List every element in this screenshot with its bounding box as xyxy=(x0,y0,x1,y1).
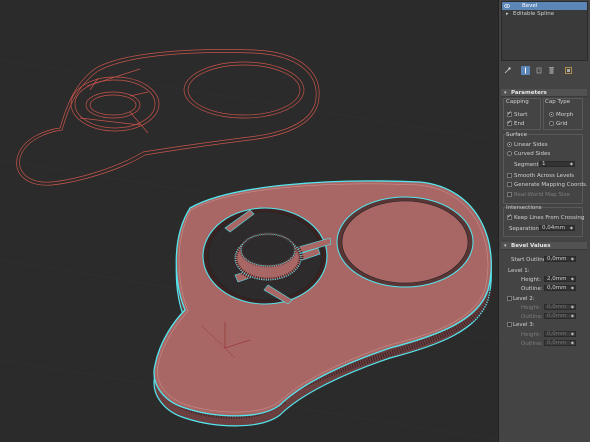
level1-outline-label: Outline: xyxy=(521,286,543,292)
spinner-arrows-icon[interactable]: ◆ xyxy=(571,285,574,291)
spinner-arrows-icon[interactable]: ◆ xyxy=(571,313,574,319)
level1-height-spinner[interactable]: 2,0mm ◆ xyxy=(544,276,576,282)
start-outline-spinner[interactable]: 0,0mm ◆ xyxy=(544,256,576,262)
separation-value: 0,04mm xyxy=(542,225,565,231)
level2-checkbox[interactable] xyxy=(507,296,512,301)
level2-title: Level 2: xyxy=(513,296,535,302)
level3-outline-value: 0,0mm xyxy=(547,340,567,346)
level2-height-spinner[interactable]: 0,0mm ◆ xyxy=(544,304,576,310)
intersections-group xyxy=(503,207,583,237)
level3-height-label: Height: xyxy=(521,332,542,338)
linear-sides-radio[interactable] xyxy=(507,142,512,147)
start-label: Start xyxy=(514,112,528,118)
rollout-title: Parameters xyxy=(511,90,547,96)
real-world-map-label: Real-World Map Size xyxy=(514,192,570,198)
capping-title: Capping xyxy=(506,99,529,105)
bevel-values-rollout-header[interactable]: ▾ Bevel Values xyxy=(501,242,587,250)
morph-label: Morph xyxy=(556,112,574,118)
show-end-result-icon xyxy=(525,67,526,74)
viewport-scene xyxy=(0,49,498,441)
generate-mapping-checkbox[interactable] xyxy=(507,182,512,187)
end-checkbox[interactable] xyxy=(507,119,512,126)
level2-outline-value: 0,0mm xyxy=(547,313,567,319)
make-unique-icon[interactable] xyxy=(535,66,544,75)
morph-radio[interactable] xyxy=(549,112,554,117)
level2-height-label: Height: xyxy=(521,305,542,311)
keep-lines-checkbox[interactable] xyxy=(507,213,512,220)
perspective-viewport[interactable] xyxy=(0,0,498,442)
keep-lines-label: Keep Lines From Crossing xyxy=(514,215,585,221)
remove-modifier-icon[interactable] xyxy=(547,66,556,75)
level3-outline-spinner[interactable]: 0,0mm ◆ xyxy=(544,340,576,346)
end-label: End xyxy=(514,121,525,127)
segments-value: 1 xyxy=(542,161,546,167)
command-panel: Bevel ▸ Editable Spline ▾ Parameters Cap… xyxy=(498,0,590,442)
rollout-title: Bevel Values xyxy=(511,243,551,249)
level2-outline-label: Outline: xyxy=(521,314,543,320)
bevel-mesh[interactable] xyxy=(152,180,495,427)
smooth-across-levels-checkbox[interactable] xyxy=(507,173,512,178)
curved-sides-radio[interactable] xyxy=(507,151,512,156)
real-world-map-checkbox[interactable] xyxy=(507,192,512,197)
expand-arrow-icon[interactable]: ▸ xyxy=(506,10,509,18)
surface-title: Surface xyxy=(506,132,527,138)
level1-outline-value: 0,0mm xyxy=(547,285,567,291)
start-checkbox[interactable] xyxy=(507,110,512,117)
linear-sides-label: Linear Sides xyxy=(514,142,548,148)
start-outline-value: 0,0mm xyxy=(547,256,567,262)
spinner-arrows-icon[interactable]: ◆ xyxy=(570,161,573,167)
stack-item-label: Bevel xyxy=(522,3,538,9)
level3-height-value: 0,0mm xyxy=(547,331,567,337)
level1-outline-spinner[interactable]: 0,0mm ◆ xyxy=(544,285,576,291)
cap-type-title: Cap Type xyxy=(545,99,571,105)
separation-spinner[interactable]: 0,04mm ◆ xyxy=(539,225,575,231)
level3-checkbox[interactable] xyxy=(507,322,512,327)
level1-height-value: 2,0mm xyxy=(547,276,567,282)
modifier-stack-list[interactable]: Bevel ▸ Editable Spline xyxy=(501,1,588,61)
collapse-arrow-icon: ▾ xyxy=(504,243,507,249)
grid-radio[interactable] xyxy=(549,121,554,126)
spinner-arrows-icon[interactable]: ◆ xyxy=(570,225,573,231)
modifier-stack-toolbar xyxy=(501,66,588,78)
spinner-arrows-icon[interactable]: ◆ xyxy=(571,304,574,310)
segments-spinner[interactable]: 1 ◆ xyxy=(539,161,575,167)
spinner-arrows-icon[interactable]: ◆ xyxy=(571,331,574,337)
stack-item-editable-spline[interactable]: ▸ Editable Spline xyxy=(502,10,587,18)
stack-item-bevel[interactable]: Bevel xyxy=(502,2,587,10)
collapse-arrow-icon: ▾ xyxy=(504,90,507,96)
generate-mapping-label: Generate Mapping Coords. xyxy=(514,182,588,188)
parameters-rollout-header[interactable]: ▾ Parameters xyxy=(501,89,587,97)
smooth-across-levels-label: Smooth Across Levels xyxy=(514,173,575,179)
configure-sets-icon[interactable] xyxy=(564,66,573,75)
spinner-arrows-icon[interactable]: ◆ xyxy=(571,276,574,282)
spinner-arrows-icon[interactable]: ◆ xyxy=(571,340,574,346)
level3-outline-label: Outline: xyxy=(521,341,543,347)
level1-height-label: Height: xyxy=(521,277,542,283)
show-end-result-button[interactable] xyxy=(521,66,530,75)
spinner-arrows-icon[interactable]: ◆ xyxy=(571,256,574,262)
level1-title: Level 1: xyxy=(508,268,530,274)
level2-outline-spinner[interactable]: 0,0mm ◆ xyxy=(544,313,576,319)
stack-item-label: Editable Spline xyxy=(513,11,555,17)
level3-height-spinner[interactable]: 0,0mm ◆ xyxy=(544,331,576,337)
grid-label: Grid xyxy=(556,121,568,127)
pin-stack-icon[interactable] xyxy=(503,66,512,75)
level2-height-value: 0,0mm xyxy=(547,304,567,310)
separation-label: Separation: xyxy=(509,226,541,232)
curved-sides-label: Curved Sides xyxy=(514,151,551,157)
intersections-title: Intersections xyxy=(506,205,542,211)
level3-title: Level 3: xyxy=(513,322,535,328)
eye-icon[interactable] xyxy=(504,3,510,9)
start-outline-label: Start Outline: xyxy=(511,257,548,263)
